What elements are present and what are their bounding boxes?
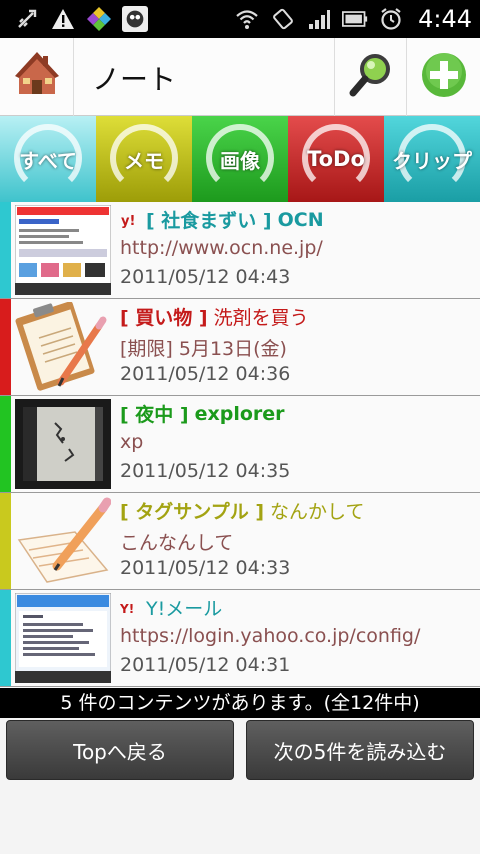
item-title: 洗剤を買う xyxy=(213,307,309,329)
item-detail: [期限] 5月13日(金) xyxy=(120,338,287,360)
wifi-icon xyxy=(234,6,260,32)
category-tabs: すべて メモ 画像 ToDo クリップ xyxy=(0,116,480,202)
svg-text:y!: y! xyxy=(121,214,135,229)
list-item[interactable]: [ 買い物 ] 洗剤を買う [期限] 5月13日(金) 2011/05/12 0… xyxy=(0,299,480,396)
memo-thumbnail xyxy=(15,496,112,586)
item-detail: https://login.yahoo.co.jp/config/ xyxy=(120,625,421,647)
item-date: 2011/05/12 04:33 xyxy=(120,557,291,579)
item-tag: [ 買い物 ] xyxy=(120,307,208,329)
item-detail: こんなんして xyxy=(120,532,234,554)
item-date: 2011/05/12 04:36 xyxy=(120,363,291,385)
plus-icon xyxy=(420,51,468,103)
signal-icon xyxy=(306,6,332,32)
alarm-icon xyxy=(378,6,404,32)
yahoo-mail-icon: Y! xyxy=(120,599,138,617)
item-detail: http://www.ocn.ne.jp/ xyxy=(120,237,323,259)
item-date: 2011/05/12 04:35 xyxy=(120,460,291,482)
category-color-bar xyxy=(0,396,11,492)
footer-buttons: Topへ戻る 次の5件を読み込む xyxy=(0,718,480,854)
house-icon xyxy=(14,50,59,104)
category-color-bar xyxy=(0,590,11,686)
page-title: ノート xyxy=(92,63,177,96)
list-item[interactable]: y! [ 社食まずい ] OCN http://www.ocn.ne.jp/ 2… xyxy=(0,202,480,299)
tab-image[interactable]: 画像 xyxy=(192,116,288,202)
item-title: Y!メール xyxy=(146,598,223,620)
category-color-bar xyxy=(0,493,11,589)
list-item[interactable]: [ タグサンプル ] なんかして こんなんして 2011/05/12 04:33 xyxy=(0,493,480,590)
tab-memo-label: メモ xyxy=(124,148,164,173)
item-tag: [ 社食まずい ] xyxy=(146,210,272,232)
search-button[interactable] xyxy=(334,38,406,116)
usb-icon xyxy=(14,6,40,32)
battery-icon xyxy=(342,6,368,32)
yahoo-bookmark-icon: y! xyxy=(120,211,138,229)
tab-image-label: 画像 xyxy=(220,148,260,173)
item-date: 2011/05/12 04:43 xyxy=(120,266,291,288)
category-color-bar xyxy=(0,299,11,395)
list-item[interactable]: [ 夜中 ] explorer xp 2011/05/12 04:35 xyxy=(0,396,480,493)
app-header: ノート xyxy=(0,38,480,116)
svg-text:Y!: Y! xyxy=(120,602,134,616)
rotate-icon xyxy=(270,6,296,32)
load-next-button[interactable]: 次の5件を読み込む xyxy=(246,720,474,780)
home-button[interactable] xyxy=(0,38,74,116)
app-icon-2 xyxy=(122,6,148,32)
item-title: OCN xyxy=(277,208,324,231)
item-tag: [ 夜中 ] xyxy=(120,404,189,426)
photo-thumbnail xyxy=(15,399,111,489)
magnifier-icon xyxy=(347,51,395,103)
tab-todo[interactable]: ToDo xyxy=(288,116,384,202)
add-button[interactable] xyxy=(406,38,480,116)
item-tag: [ タグサンプル ] xyxy=(120,501,265,523)
content-count: 5 件のコンテンツがあります。(全12件中) xyxy=(0,688,480,718)
tab-memo[interactable]: メモ xyxy=(96,116,192,202)
item-date: 2011/05/12 04:31 xyxy=(120,654,291,676)
warning-icon xyxy=(50,6,76,32)
tab-all-label: すべて xyxy=(19,148,77,173)
webpage-thumbnail xyxy=(14,592,112,684)
list-item[interactable]: Y! Y!メール https://login.yahoo.co.jp/confi… xyxy=(0,590,480,687)
note-list: y! [ 社食まずい ] OCN http://www.ocn.ne.jp/ 2… xyxy=(0,202,480,687)
item-title: explorer xyxy=(194,402,285,425)
status-bar: 4:44 xyxy=(0,0,480,38)
tab-clip-label: クリップ xyxy=(392,148,472,173)
category-color-bar xyxy=(0,202,11,298)
item-title: なんかして xyxy=(270,501,365,523)
tab-all[interactable]: すべて xyxy=(0,116,96,202)
item-detail: xp xyxy=(120,431,144,453)
tab-clip[interactable]: クリップ xyxy=(384,116,480,202)
clock-time: 4:44 xyxy=(418,5,472,33)
back-to-top-button[interactable]: Topへ戻る xyxy=(6,720,234,780)
webpage-thumbnail xyxy=(14,204,112,296)
tab-todo-label: ToDo xyxy=(307,147,365,171)
clipboard-thumbnail xyxy=(15,301,111,392)
app-icon xyxy=(86,6,112,32)
